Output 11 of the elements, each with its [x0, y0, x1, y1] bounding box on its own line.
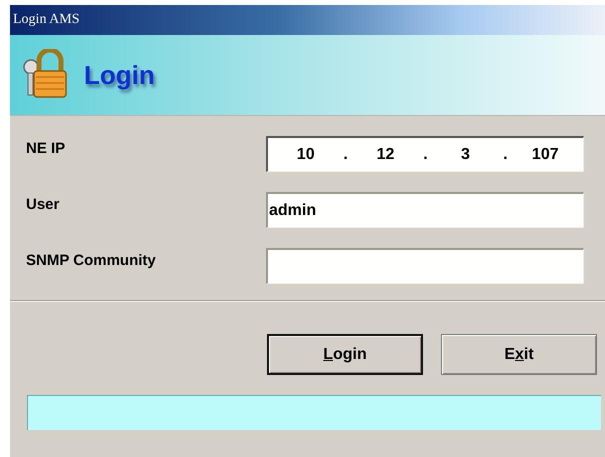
- login-button[interactable]: Login: [267, 334, 423, 375]
- padlock-keys-icon: [22, 49, 70, 101]
- exit-button[interactable]: Exit: [441, 334, 597, 375]
- input-field[interactable]: admin: [266, 192, 584, 228]
- field-label: User: [26, 195, 60, 213]
- header-title: Login: [84, 60, 155, 90]
- field-label: NE IP: [26, 139, 66, 157]
- window-title: Login AMS: [13, 12, 80, 28]
- ip-address-field[interactable]: 10 . 12 . 3 . 107: [266, 136, 584, 172]
- field-label: SNMP Community: [26, 251, 157, 269]
- input-field[interactable]: [266, 248, 584, 284]
